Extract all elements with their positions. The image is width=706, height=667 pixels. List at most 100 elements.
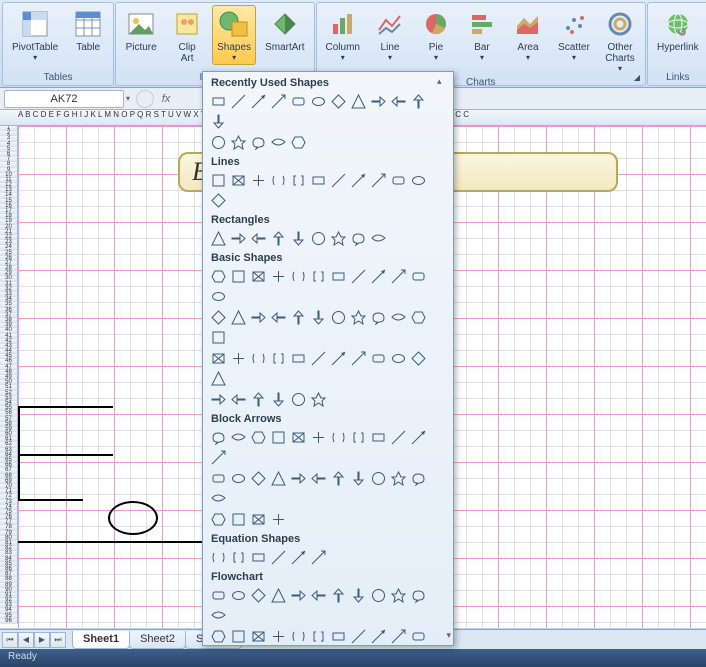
shape-item[interactable] (309, 308, 328, 327)
clipart-button[interactable]: ClipArt (166, 5, 208, 67)
shape-item[interactable] (289, 586, 308, 605)
shape-item[interactable] (209, 308, 228, 327)
shape-item[interactable] (229, 510, 248, 529)
shape-item[interactable] (389, 627, 408, 645)
shape-item[interactable] (409, 267, 428, 286)
shape-item[interactable] (289, 469, 308, 488)
shape-item[interactable] (229, 308, 248, 327)
shape-item[interactable] (369, 229, 388, 248)
shape-item[interactable] (269, 171, 288, 190)
shape-item[interactable] (349, 428, 368, 447)
tab-next[interactable]: ▶ (34, 632, 50, 648)
shape-item[interactable] (329, 349, 348, 368)
shape-item[interactable] (269, 390, 288, 409)
shape-item[interactable] (369, 171, 388, 190)
shape-item[interactable] (289, 548, 308, 567)
shape-item[interactable] (349, 627, 368, 645)
pivottable-button[interactable]: PivotTable▾ (7, 5, 63, 65)
shape-item[interactable] (309, 349, 328, 368)
shape-item[interactable] (289, 349, 308, 368)
shape-item[interactable] (389, 586, 408, 605)
shape-item[interactable] (369, 92, 388, 111)
shape-item[interactable] (249, 349, 268, 368)
shape-item[interactable] (309, 469, 328, 488)
shape-item[interactable] (249, 133, 268, 152)
shape-item[interactable] (209, 448, 228, 467)
shape-item[interactable] (209, 586, 228, 605)
shape-item[interactable] (209, 369, 228, 388)
shape-item[interactable] (209, 328, 228, 347)
floorplan-drawing[interactable] (18, 406, 208, 566)
shape-item[interactable] (209, 133, 228, 152)
shape-item[interactable] (409, 349, 428, 368)
shape-item[interactable] (329, 267, 348, 286)
shape-item[interactable] (409, 308, 428, 327)
sheet-tab-sheet1[interactable]: Sheet1 (72, 631, 130, 649)
shape-item[interactable] (329, 308, 348, 327)
shape-item[interactable] (249, 267, 268, 286)
shape-item[interactable] (369, 428, 388, 447)
shape-item[interactable] (409, 469, 428, 488)
shape-item[interactable] (209, 606, 228, 625)
shape-item[interactable] (309, 171, 328, 190)
shape-item[interactable] (369, 267, 388, 286)
shape-item[interactable] (209, 191, 228, 210)
table-button[interactable]: Table (67, 5, 109, 56)
shape-item[interactable] (229, 92, 248, 111)
shape-item[interactable] (249, 171, 268, 190)
shape-item[interactable] (309, 390, 328, 409)
shape-item[interactable] (249, 428, 268, 447)
shape-item[interactable] (249, 586, 268, 605)
shape-item[interactable] (409, 92, 428, 111)
tab-first[interactable]: ⏮ (2, 632, 18, 648)
shape-item[interactable] (369, 349, 388, 368)
cancel-icon[interactable] (136, 90, 154, 108)
shape-item[interactable] (389, 308, 408, 327)
shape-item[interactable] (289, 627, 308, 645)
shape-item[interactable] (209, 548, 228, 567)
shape-item[interactable] (229, 469, 248, 488)
shape-item[interactable] (329, 469, 348, 488)
shape-item[interactable] (269, 469, 288, 488)
shape-item[interactable] (289, 308, 308, 327)
shape-item[interactable] (209, 428, 228, 447)
shape-item[interactable] (209, 112, 228, 131)
sheet-tab-sheet2[interactable]: Sheet2 (129, 631, 186, 649)
shape-item[interactable] (349, 229, 368, 248)
shape-item[interactable] (209, 489, 228, 508)
shape-item[interactable] (389, 171, 408, 190)
shape-item[interactable] (209, 287, 228, 306)
shape-item[interactable] (389, 469, 408, 488)
pie-chart-button[interactable]: Pie▾ (415, 5, 457, 65)
shape-item[interactable] (329, 92, 348, 111)
shape-item[interactable] (329, 171, 348, 190)
shape-item[interactable] (209, 229, 228, 248)
shape-item[interactable] (289, 92, 308, 111)
shape-item[interactable] (349, 469, 368, 488)
shape-item[interactable] (249, 627, 268, 645)
row-headers[interactable]: 1234567891011121314151617181920212223242… (0, 126, 18, 628)
tab-last[interactable]: ⏭ (50, 632, 66, 648)
shape-item[interactable] (269, 428, 288, 447)
area-chart-button[interactable]: Area▾ (507, 5, 549, 65)
smartart-button[interactable]: SmartArt (260, 5, 309, 56)
shape-item[interactable] (349, 308, 368, 327)
shape-item[interactable] (269, 548, 288, 567)
shape-item[interactable] (209, 627, 228, 645)
other-charts-button[interactable]: OtherCharts▾ (599, 5, 641, 76)
hyperlink-button[interactable]: Hyperlink (652, 5, 704, 56)
shape-item[interactable] (309, 92, 328, 111)
shape-item[interactable] (249, 229, 268, 248)
shape-item[interactable] (329, 428, 348, 447)
shape-item[interactable] (269, 349, 288, 368)
column-chart-button[interactable]: Column▾ (321, 5, 365, 65)
shape-item[interactable] (409, 428, 428, 447)
panel-scroll-up[interactable]: ▴ (437, 76, 451, 87)
shape-item[interactable] (389, 267, 408, 286)
shapes-button[interactable]: Shapes▾ (212, 5, 256, 65)
shape-item[interactable] (349, 92, 368, 111)
shape-item[interactable] (249, 390, 268, 409)
fx-icon[interactable]: fx (156, 93, 176, 105)
panel-scroll-down[interactable]: ▾ (446, 630, 451, 641)
shape-item[interactable] (269, 267, 288, 286)
